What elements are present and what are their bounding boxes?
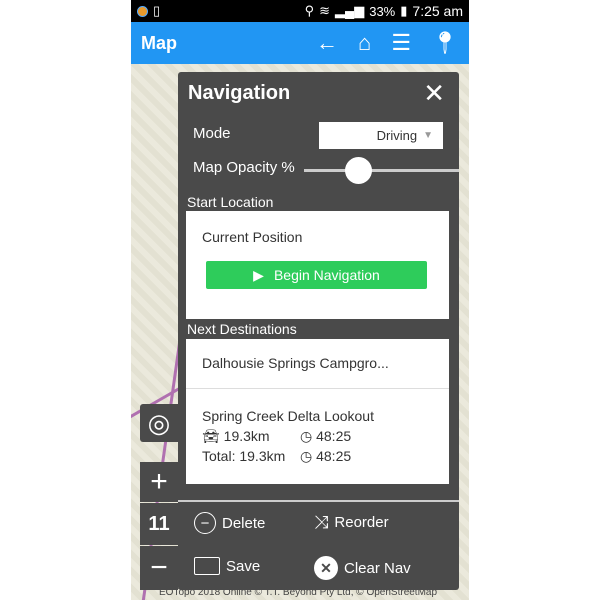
reorder-button[interactable]: ⤨ Reorder bbox=[314, 512, 389, 533]
phone-screen: ▯ ⚲ ≋ ▂▄▆ 33% ▮ 7:25 am Map ← ⌂ ☰ 📍︎ EOT… bbox=[131, 0, 469, 600]
zoom-level: 11 bbox=[140, 503, 178, 545]
destinations-list: Dalhousie Springs Campgro... Spring Cree… bbox=[186, 339, 449, 484]
opacity-label: Map Opacity % bbox=[193, 159, 295, 176]
leg-distance: 19.3km bbox=[223, 428, 270, 444]
leg-time: 48:25 bbox=[316, 428, 352, 444]
destination-name: Spring Creek Delta Lookout bbox=[202, 408, 374, 424]
begin-navigation-button[interactable]: ▶ Begin Navigation bbox=[206, 261, 427, 289]
delete-button[interactable]: − Delete bbox=[194, 512, 265, 534]
clear-nav-label: Clear Nav bbox=[344, 559, 411, 577]
close-icon[interactable]: ✕ bbox=[423, 78, 445, 109]
destination-name: Dalhousie Springs Campgro... bbox=[202, 355, 389, 371]
total-distance: Total: 19.3km bbox=[202, 448, 286, 464]
start-value: Current Position bbox=[202, 229, 303, 245]
chevron-down-icon: ▼ bbox=[423, 130, 433, 141]
battery-percent: 33% bbox=[369, 3, 396, 19]
shuffle-icon: ⤨ bbox=[314, 512, 329, 532]
clock: 7:25 am bbox=[412, 3, 463, 19]
minus-circle-icon: − bbox=[194, 512, 216, 534]
folder-icon bbox=[194, 557, 220, 575]
save-button[interactable]: Save bbox=[194, 557, 260, 575]
play-icon: ▶ bbox=[253, 266, 264, 283]
list-item[interactable]: Spring Creek Delta Lookout 🚘︎ 19.3km ◷ 48… bbox=[186, 390, 449, 484]
app-notification-icon bbox=[137, 5, 148, 17]
locate-button[interactable]: ◎ bbox=[140, 404, 178, 442]
battery-icon: ▮ bbox=[400, 3, 408, 18]
save-label: Save bbox=[226, 557, 261, 575]
next-destinations-label: Next Destinations bbox=[187, 321, 297, 337]
begin-label: Begin Navigation bbox=[273, 267, 380, 283]
start-location-label: Start Location bbox=[187, 194, 274, 210]
app-title: Map bbox=[141, 32, 177, 53]
list-icon[interactable]: ☰ bbox=[391, 30, 411, 56]
car-icon: 🚘︎ bbox=[202, 428, 220, 444]
reorder-label: Reorder bbox=[334, 514, 389, 531]
clock-icon: ◷ bbox=[300, 428, 313, 444]
divider bbox=[178, 500, 459, 502]
delete-label: Delete bbox=[222, 514, 266, 532]
clock-icon: ◷ bbox=[300, 448, 313, 464]
home-icon[interactable]: ⌂ bbox=[358, 30, 371, 56]
clear-nav-button[interactable]: ✕ Clear Nav bbox=[314, 556, 411, 580]
pin-icon[interactable]: 📍︎ bbox=[431, 30, 459, 56]
zoom-in-button[interactable]: + bbox=[140, 462, 178, 502]
wifi-icon: ≋ bbox=[319, 3, 330, 18]
slider-handle[interactable] bbox=[345, 157, 373, 184]
signal-icon: ▂▄▆ bbox=[335, 3, 365, 18]
status-bar: ▯ ⚲ ≋ ▂▄▆ 33% ▮ 7:25 am bbox=[131, 0, 469, 22]
navigation-panel: Navigation ✕ Mode Driving ▼ Map Opacity %… bbox=[178, 72, 459, 590]
close-circle-icon: ✕ bbox=[314, 556, 338, 580]
list-item[interactable]: Dalhousie Springs Campgro... bbox=[186, 339, 449, 389]
total-time: 48:25 bbox=[316, 448, 352, 464]
start-card: Current Position ▶ Begin Navigation bbox=[186, 211, 449, 319]
mode-select[interactable]: Driving ▼ bbox=[319, 122, 443, 149]
screenshot-icon: ▯ bbox=[153, 3, 161, 18]
arrow-left-icon[interactable]: ← bbox=[316, 30, 338, 56]
mode-value: Driving bbox=[376, 128, 418, 143]
location-icon: ⚲ bbox=[304, 3, 315, 18]
panel-title: Navigation bbox=[188, 82, 291, 104]
zoom-out-button[interactable]: − bbox=[140, 546, 178, 590]
mode-label: Mode bbox=[193, 125, 231, 142]
app-bar: Map ← ⌂ ☰ 📍︎ bbox=[131, 22, 469, 64]
opacity-slider[interactable] bbox=[304, 157, 459, 184]
